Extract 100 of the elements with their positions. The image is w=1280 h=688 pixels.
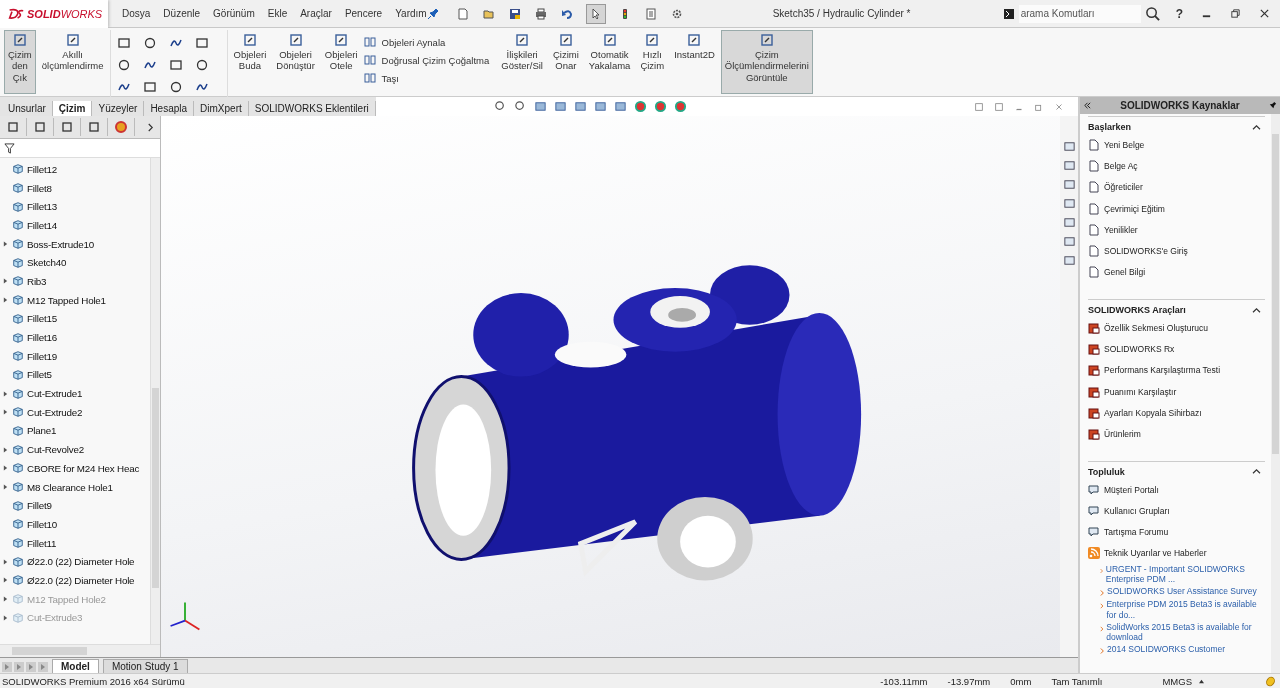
view-tool-icon[interactable] <box>533 100 547 113</box>
resource-link[interactable]: Puanımı Karşılaştır <box>1104 386 1177 397</box>
task-pane-tab-icon[interactable] <box>1062 197 1076 210</box>
menu-item[interactable]: Dosya <box>122 8 151 19</box>
tree-item[interactable]: CBORE for M24 Hex Heac <box>27 462 140 474</box>
expand-arrow-icon[interactable] <box>3 277 8 286</box>
sketch-tool-icon[interactable] <box>168 80 183 94</box>
ribbon-button[interactable]: Instant2D <box>670 30 719 94</box>
caret-icon[interactable] <box>1252 306 1261 314</box>
tree-item[interactable]: Cut-Extrude1 <box>27 388 83 400</box>
ribbon-button[interactable]: Objeleri Dönüştür <box>272 30 319 94</box>
tree-item[interactable]: Boss-Extrude10 <box>27 238 94 250</box>
menu-item[interactable]: Görünüm <box>213 8 255 19</box>
print-icon[interactable] <box>534 7 547 20</box>
ribbon-button[interactable]: İlişkileri Göster/Sil <box>497 30 547 94</box>
view-tool-icon[interactable] <box>573 100 587 113</box>
view-tool-icon[interactable] <box>613 100 627 113</box>
model-tab[interactable]: Motion Study 1 <box>102 659 188 673</box>
units-selector[interactable]: MMGS <box>1162 675 1192 687</box>
view-tool-icon[interactable] <box>633 100 647 113</box>
ribbon-button[interactable]: Çizim den Çık <box>4 30 36 94</box>
expand-arrow-icon[interactable] <box>3 445 8 454</box>
tree-item[interactable]: Fillet15 <box>27 313 57 325</box>
command-tab[interactable]: Çizim <box>52 101 93 116</box>
ribbon-button[interactable]: Objeleri Aynala <box>363 36 490 48</box>
scrollbar[interactable] <box>150 158 160 644</box>
search-field[interactable]: arama Komutları <box>1018 4 1141 23</box>
resource-link[interactable]: SOLIDWORKS Rx <box>1104 344 1175 354</box>
expand-arrow-icon[interactable] <box>3 483 8 492</box>
resource-link[interactable]: Teknik Uyarılar ve Haberler <box>1104 548 1207 559</box>
tree-item[interactable]: Fillet12 <box>27 163 57 175</box>
tree-item[interactable]: Rib3 <box>27 275 47 287</box>
part-drawing[interactable] <box>412 265 862 581</box>
scrollbar[interactable] <box>0 644 160 657</box>
new-document-icon[interactable] <box>456 7 469 20</box>
undo-icon[interactable] <box>560 7 573 20</box>
ribbon-button[interactable]: Çizim Ölçümlendirmelerini Görüntüle <box>720 30 813 94</box>
tree-item[interactable]: Fillet11 <box>27 537 57 549</box>
tree-item[interactable]: Ø22.0 (22) Diameter Hole <box>27 574 135 586</box>
caret-icon[interactable] <box>1198 678 1205 684</box>
tip-icon[interactable] <box>1265 675 1276 687</box>
resource-link[interactable]: Tartışma Forumu <box>1104 527 1169 538</box>
tree-item[interactable]: Plane1 <box>27 425 57 437</box>
expand-arrow-icon[interactable] <box>3 240 8 249</box>
resource-link[interactable]: Ürünlerim <box>1104 429 1141 440</box>
view-tool-icon[interactable] <box>513 100 527 113</box>
menu-item[interactable]: Ekle <box>267 8 288 19</box>
save-icon[interactable] <box>508 7 521 20</box>
resource-link[interactable]: Öğreticiler <box>1104 182 1143 193</box>
file-properties-icon[interactable] <box>644 7 657 20</box>
ribbon-button[interactable]: Objeleri Buda <box>229 30 271 94</box>
task-pane-tab-icon[interactable] <box>1062 254 1076 267</box>
pin-icon[interactable] <box>426 7 439 20</box>
ribbon-button[interactable]: Objeleri Otele <box>320 30 362 94</box>
menu-item[interactable]: Düzenle <box>163 8 201 19</box>
resource-link[interactable]: Ayarları Kopyala Sihirbazı <box>1104 407 1202 418</box>
ribbon-button[interactable]: Otomatik Yakalama <box>584 30 635 94</box>
restore-icon[interactable] <box>1230 8 1241 19</box>
resource-link[interactable]: Belge Aç <box>1104 160 1138 171</box>
sketch-tool-icon[interactable] <box>194 58 209 72</box>
ribbon-button[interactable]: Taşı <box>363 72 490 84</box>
tree-item[interactable]: M12 Tapped Hole1 <box>27 294 106 306</box>
news-link[interactable]: URGENT - Important SOLIDWORKS Enterprise PDM ... <box>1105 564 1265 585</box>
view-tool-icon[interactable] <box>593 100 607 113</box>
tree-item[interactable]: Fillet8 <box>27 182 52 194</box>
resource-link[interactable]: Çevrimiçi Eğitim <box>1104 203 1165 214</box>
chevron-icon[interactable] <box>147 121 154 133</box>
menu-item[interactable]: Yardım <box>395 8 427 19</box>
expand-arrow-icon[interactable] <box>3 557 8 566</box>
view-tool-icon[interactable] <box>553 100 567 113</box>
resource-link[interactable]: Müşteri Portalı <box>1104 484 1159 495</box>
ribbon-button[interactable]: Hızlı Çizim <box>636 30 669 94</box>
settings-icon[interactable] <box>670 7 683 20</box>
news-link[interactable]: Enterprise PDM 2015 Beta3 is available for do... <box>1106 599 1265 620</box>
tree-item[interactable]: Fillet5 <box>27 369 52 381</box>
scrollbar[interactable] <box>1271 114 1280 673</box>
resource-link[interactable]: Kullanıcı Grupları <box>1104 505 1170 516</box>
task-pane-tab-icon[interactable] <box>1062 235 1076 248</box>
tree-item[interactable]: Cut-Revolve2 <box>27 444 84 456</box>
filter-icon[interactable] <box>4 142 15 154</box>
view-tool-icon[interactable] <box>673 100 687 113</box>
news-link[interactable]: 2014 SOLIDWORKS Customer <box>1107 644 1226 655</box>
expand-arrow-icon[interactable] <box>3 389 8 398</box>
tree-item[interactable]: Fillet16 <box>27 332 57 344</box>
ribbon-button[interactable]: Akıllı ölçümlendirme <box>37 30 108 94</box>
tree-item[interactable]: Sketch40 <box>27 257 67 269</box>
collapse-icon[interactable] <box>1083 101 1092 110</box>
tree-item[interactable]: Fillet10 <box>27 518 57 530</box>
view-tool-icon[interactable] <box>493 100 507 113</box>
help-button[interactable]: ? <box>1175 6 1183 21</box>
expand-arrow-icon[interactable] <box>3 576 8 585</box>
news-link[interactable]: SOLIDWORKS User Assistance Survey <box>1107 586 1257 597</box>
select-pointer-icon[interactable] <box>586 4 605 23</box>
close-icon[interactable] <box>1259 8 1270 19</box>
task-pane-tab-icon[interactable] <box>1062 216 1076 229</box>
sketch-tool-icon[interactable] <box>142 36 157 50</box>
pin-icon[interactable] <box>1268 101 1277 110</box>
sketch-tool-icon[interactable] <box>116 58 131 72</box>
open-folder-icon[interactable] <box>482 7 495 20</box>
menu-item[interactable]: Araçlar <box>300 8 332 19</box>
